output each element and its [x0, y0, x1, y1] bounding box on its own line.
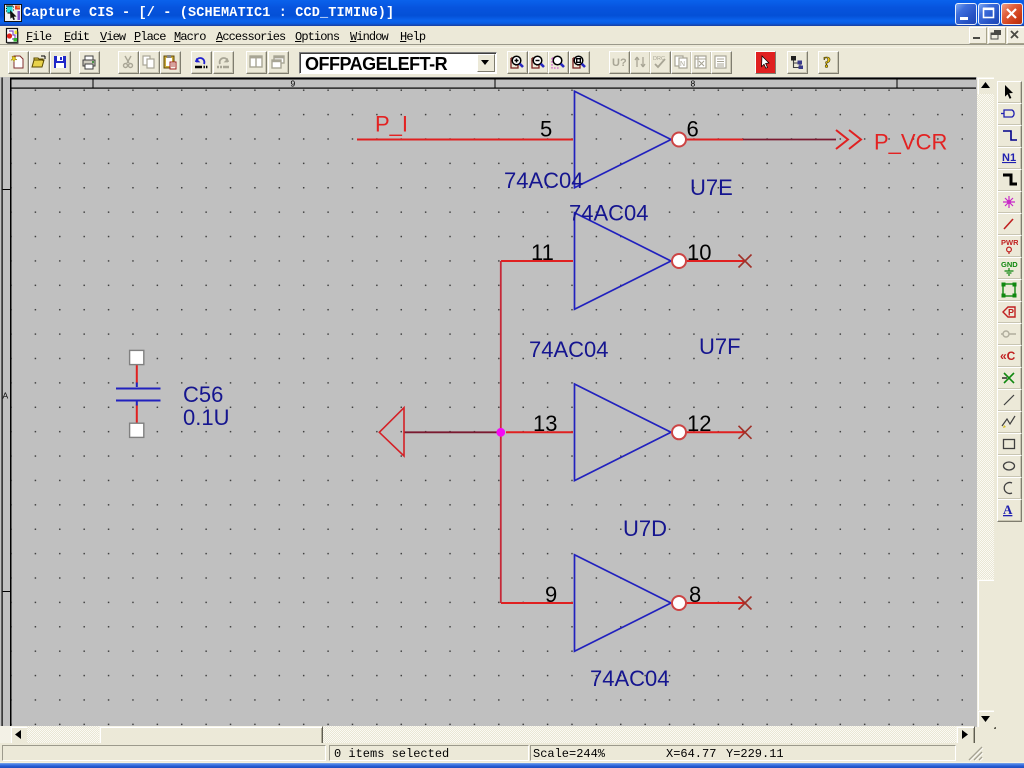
svg-text:10: 10	[687, 240, 711, 265]
svg-text:PWR: PWR	[1001, 238, 1018, 247]
svg-text:«C: «C	[1000, 349, 1016, 363]
svg-text:8: 8	[691, 79, 696, 89]
svg-text:P: P	[1008, 308, 1014, 318]
svg-text:5: 5	[540, 117, 552, 142]
svg-text:74AC04: 74AC04	[590, 666, 670, 691]
svg-text:11: 11	[531, 240, 554, 265]
svg-text:U7D: U7D	[623, 516, 667, 541]
svg-text:9: 9	[545, 582, 557, 607]
svg-text:74AC04: 74AC04	[504, 168, 584, 193]
svg-text:13: 13	[533, 411, 557, 436]
svg-text:GND: GND	[1001, 260, 1018, 269]
svg-text:A: A	[1003, 502, 1013, 517]
svg-text:74AC04: 74AC04	[569, 201, 649, 226]
svg-text:C56: C56	[183, 382, 223, 407]
svg-text:P_VCR: P_VCR	[874, 130, 947, 155]
svg-text:P_I: P_I	[375, 112, 408, 137]
svg-text:74AC04: 74AC04	[529, 337, 609, 362]
svg-text:12: 12	[687, 411, 711, 436]
svg-text:9: 9	[291, 79, 296, 89]
svg-text:N1: N1	[1002, 152, 1016, 164]
svg-text:6: 6	[687, 117, 699, 142]
svg-text:U7E: U7E	[690, 175, 733, 200]
svg-text:0.1U: 0.1U	[183, 405, 229, 430]
svg-text:U7F: U7F	[699, 334, 741, 359]
svg-text:A: A	[3, 391, 9, 401]
svg-text:8: 8	[689, 582, 701, 607]
